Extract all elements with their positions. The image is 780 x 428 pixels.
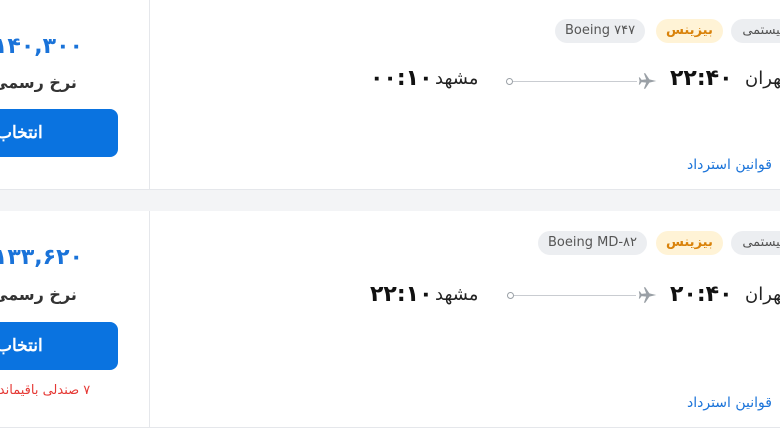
- refund-rules-link[interactable]: قوانین استرداد: [687, 157, 772, 173]
- route-line: [514, 295, 636, 296]
- refund-rules-link[interactable]: قوانین استرداد: [687, 395, 772, 411]
- aircraft-chip: Boeing MD-۸۲: [538, 231, 647, 255]
- airplane-icon: [638, 73, 657, 89]
- arrival-time: ۲۲:۱۰: [370, 282, 433, 307]
- price: ۱۳۳,۶۲۰: [0, 245, 83, 270]
- flight-type-chip: سیستمی: [731, 231, 780, 255]
- arrival-city: مشهد: [435, 284, 479, 305]
- select-flight-button[interactable]: انتخاب: [0, 109, 118, 157]
- price: ۱۴۰,۳۰۰: [0, 34, 83, 59]
- departure-time: ۲۲:۴۰: [670, 66, 733, 91]
- aircraft-chip: Boeing ۷۴۷: [555, 19, 646, 43]
- select-flight-button[interactable]: انتخاب: [0, 322, 118, 370]
- departure-city: تهران: [745, 284, 780, 305]
- flight-type-chip: سیستمی: [731, 19, 780, 43]
- route-line: [513, 81, 637, 82]
- seats-left: ۷ صندلی باقیمانده: [0, 383, 91, 398]
- class-chip: بیزینس: [656, 231, 723, 255]
- arrival-city: مشهد: [435, 68, 479, 89]
- card-divider: [149, 211, 150, 427]
- rate-label: نرخ رسمی: [0, 285, 77, 304]
- departure-city: تهران: [745, 68, 780, 89]
- flight-card: ۱۳۳,۶۲۰ نرخ رسمی انتخاب ۷ صندلی باقیماند…: [0, 211, 780, 428]
- arrival-time: ۰۰:۱۰: [370, 66, 433, 91]
- class-chip: بیزینس: [656, 19, 723, 43]
- flight-card: ۱۴۰,۳۰۰ نرخ رسمی انتخاب Boeing ۷۴۷ بیزین…: [0, 0, 780, 190]
- route-dot: [507, 292, 514, 299]
- airplane-icon: [638, 287, 657, 303]
- route-dot: [506, 78, 513, 85]
- rate-label: نرخ رسمی: [0, 73, 77, 92]
- departure-time: ۲۰:۴۰: [670, 282, 733, 307]
- card-divider: [149, 0, 150, 189]
